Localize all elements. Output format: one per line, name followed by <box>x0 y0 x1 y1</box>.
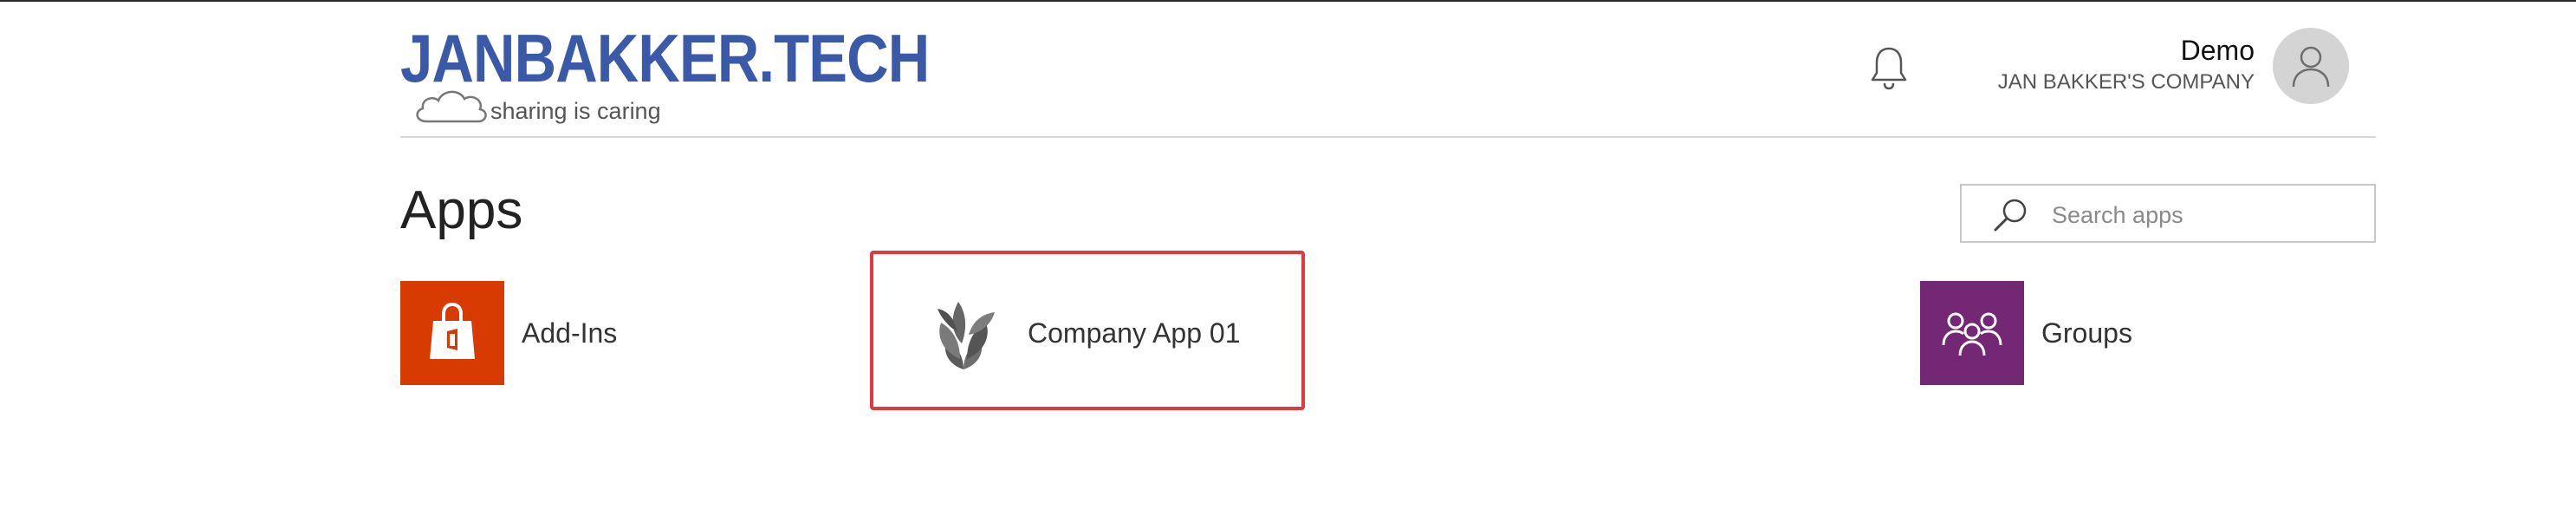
search-input[interactable] <box>2052 198 2364 232</box>
person-icon <box>2292 46 2330 88</box>
app-label: Add-Ins <box>522 317 618 349</box>
search-icon <box>1994 199 2027 232</box>
page-title: Apps <box>400 180 523 240</box>
logo-tagline: sharing is caring <box>490 98 661 124</box>
user-company: JAN BAKKER'S COMPANY <box>1997 70 2255 94</box>
office-store-icon <box>400 281 504 385</box>
app-tile-add-ins[interactable]: Add-Ins <box>400 281 747 385</box>
leaf-plant-icon <box>912 281 1015 385</box>
app-label: Groups <box>2041 317 2132 349</box>
avatar[interactable] <box>2273 28 2349 104</box>
app-label: Company App 01 <box>1028 317 1241 349</box>
app-tile-company-app-01[interactable]: Company App 01 <box>912 281 1275 385</box>
user-name: Demo <box>2180 35 2255 66</box>
app-tile-groups[interactable]: Groups <box>1920 281 2267 385</box>
search-box[interactable] <box>1960 184 2376 243</box>
cloud-icon <box>416 90 487 123</box>
site-logo[interactable]: JANBAKKER.TECH sharing is caring <box>400 24 930 127</box>
bell-icon <box>1871 47 1907 90</box>
header-divider <box>400 136 2376 138</box>
notifications-button[interactable] <box>1868 43 1910 90</box>
logo-title: JANBAKKER.TECH <box>400 20 930 96</box>
groups-icon <box>1920 281 2024 385</box>
window-top-border <box>0 0 2576 2</box>
